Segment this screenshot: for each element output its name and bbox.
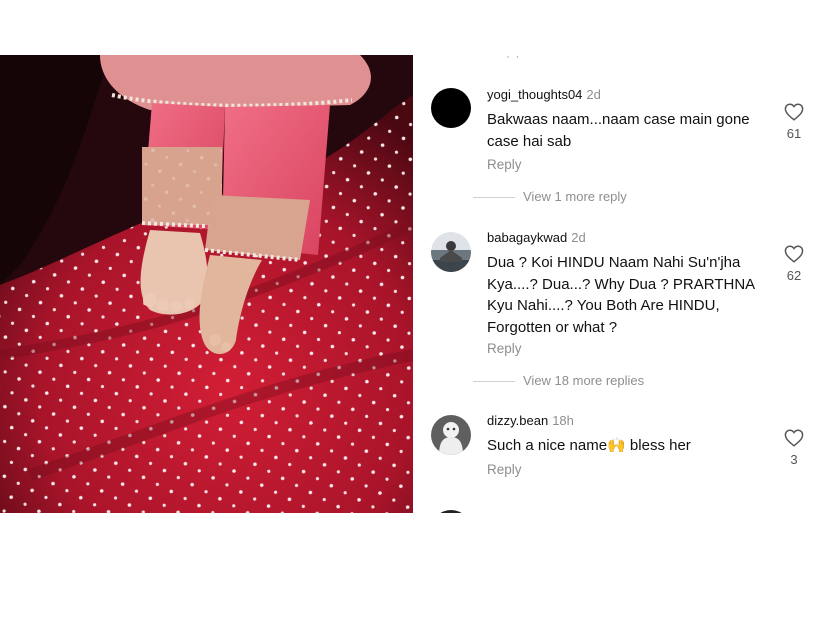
username-text[interactable]: yogi_thoughts04 [487, 87, 582, 102]
like-count: 61 [786, 126, 802, 141]
post-image [0, 55, 413, 513]
avatar[interactable] [431, 510, 471, 513]
comments-panel: · · yogi_thoughts04 2d Bakwaas naam...naa… [413, 55, 827, 513]
avatar[interactable] [431, 88, 471, 128]
comment-username[interactable]: babagaykwad 2d [487, 230, 586, 245]
like-button[interactable]: 61 [781, 103, 807, 141]
heart-outline-icon [784, 245, 804, 263]
like-count: 3 [790, 452, 798, 467]
reply-button[interactable]: Reply [487, 157, 522, 172]
reply-button[interactable]: Reply [487, 462, 522, 477]
view-replies-label: View 1 more reply [523, 189, 627, 204]
comment-text-part: bless her [625, 437, 691, 454]
like-button[interactable]: 3 [781, 429, 807, 467]
raised-hands-emoji: 🙌 [607, 437, 626, 454]
view-replies-button[interactable]: View 18 more replies [473, 373, 644, 388]
like-count: 62 [786, 268, 802, 283]
username-text[interactable]: babagaykwad [487, 230, 567, 245]
divider [473, 381, 515, 383]
comment-username[interactable]: yogi_thoughts04 2d [487, 87, 601, 102]
comment-time: 2d [571, 230, 586, 245]
avatar[interactable] [431, 232, 471, 272]
view-replies-button[interactable]: View 1 more reply [473, 189, 627, 204]
heart-outline-icon [784, 429, 804, 447]
baby-feet-photo [0, 55, 413, 513]
comment-text: Such a nice name🙌 bless her [487, 435, 767, 457]
comment-text: Bakwaas naam...naam case main gone case … [487, 111, 750, 150]
like-button[interactable]: 62 [781, 245, 807, 283]
username-text[interactable]: dizzy.bean [487, 413, 548, 428]
view-replies-label: View 18 more replies [523, 373, 645, 388]
heart-outline-icon [784, 103, 804, 121]
clipped-text: · · [506, 55, 521, 63]
comment-text-part: Such a nice name [487, 437, 608, 454]
avatar[interactable] [431, 415, 471, 455]
person-photo-avatar [431, 232, 471, 272]
comment-time: 2d [586, 87, 601, 102]
comment-username[interactable]: dizzy.bean 18h [487, 413, 574, 428]
comment-time: 18h [552, 413, 574, 428]
ghost-figure-avatar [431, 415, 471, 455]
comment-text: Dua ? Koi HINDU Naam Nahi Su'n'jha Kya..… [487, 254, 755, 336]
divider [473, 197, 515, 199]
reply-button[interactable]: Reply [487, 341, 522, 356]
